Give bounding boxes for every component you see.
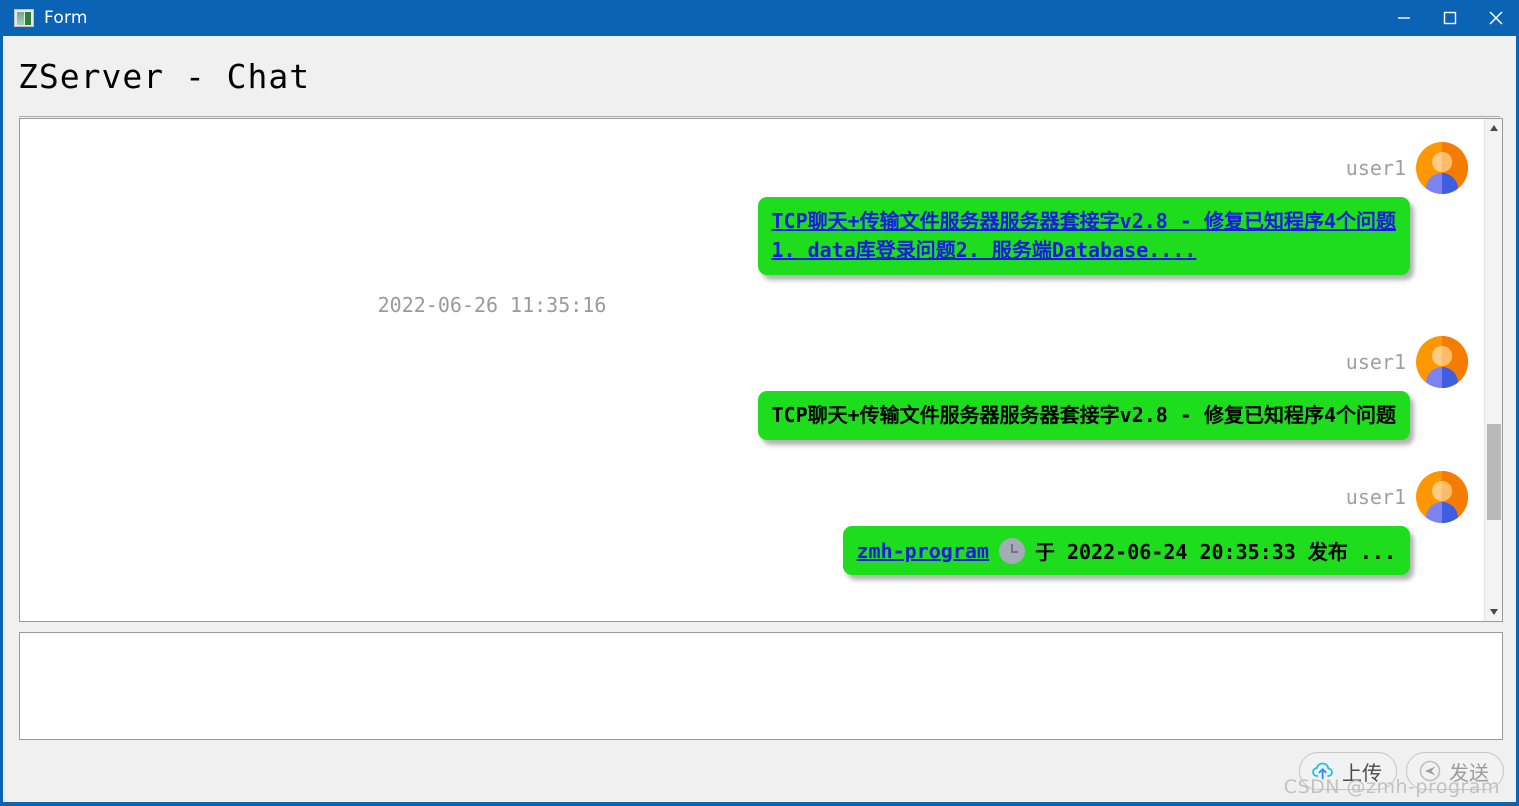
upload-button[interactable]: 上传 <box>1299 752 1397 790</box>
chat-message-list: user1 TCP聊天+传输文件服务器服务器套接字v2.8 - 修复已知程序4个… <box>20 119 1484 621</box>
window-title: Form <box>44 8 88 28</box>
avatar[interactable] <box>1416 142 1468 194</box>
avatar[interactable] <box>1416 336 1468 388</box>
message-header: user1 <box>36 139 1468 197</box>
chat-panel: user1 TCP聊天+传输文件服务器服务器套接字v2.8 - 修复已知程序4个… <box>19 118 1503 622</box>
header-divider <box>19 116 1500 117</box>
cloud-upload-icon <box>1312 762 1333 780</box>
minimize-button[interactable] <box>1381 0 1427 36</box>
scrollbar-thumb[interactable] <box>1487 424 1501 520</box>
minimize-icon <box>1398 17 1410 19</box>
message-username: user1 <box>1345 350 1406 374</box>
chat-message: user1 zmh-program 于 2022-06-24 20:35:33 … <box>36 468 1468 575</box>
message-link-line-2[interactable]: 1. data库登录问题2. 服务端Database.... <box>772 236 1397 265</box>
message-bubble-line: zmh-program 于 2022-06-24 20:35:33 发布 ... <box>36 526 1468 575</box>
app-window: Form ZServer - Chat user1 TCP聊天+传输文件服务器服… <box>0 0 1519 806</box>
close-button[interactable] <box>1473 0 1519 36</box>
page-title: ZServer - Chat <box>18 57 311 96</box>
clock-icon <box>998 537 1025 564</box>
caret-up-icon <box>1490 125 1498 131</box>
paper-plane-icon <box>1419 760 1441 782</box>
message-header: user1 <box>36 333 1468 391</box>
message-bubble-line: TCP聊天+传输文件服务器服务器套接字v2.8 - 修复已知程序4个问题 <box>36 391 1468 440</box>
maximize-icon <box>1443 11 1457 25</box>
upload-button-label: 上传 <box>1342 760 1382 785</box>
send-button-label: 发送 <box>1449 760 1489 785</box>
message-bubble[interactable]: TCP聊天+传输文件服务器服务器套接字v2.8 - 修复已知程序4个问题 1. … <box>757 197 1410 275</box>
message-username: user1 <box>1345 485 1406 509</box>
scroll-up-button[interactable] <box>1485 119 1502 137</box>
message-timestamp: 2022-06-26 11:35:16 <box>377 293 607 317</box>
scroll-down-button[interactable] <box>1485 603 1502 621</box>
message-bubble-line: TCP聊天+传输文件服务器服务器套接字v2.8 - 修复已知程序4个问题 1. … <box>36 197 1468 275</box>
message-inline-content: zmh-program 于 2022-06-24 20:35:33 发布 ... <box>857 536 1396 565</box>
message-text: TCP聊天+传输文件服务器服务器套接字v2.8 - 修复已知程序4个问题 <box>771 403 1397 427</box>
message-header: user1 <box>36 468 1468 526</box>
message-username: user1 <box>1345 156 1406 180</box>
chat-message: user1 TCP聊天+传输文件服务器服务器套接字v2.8 - 修复已知程序4个… <box>36 139 1468 333</box>
caret-down-icon <box>1490 609 1498 615</box>
avatar[interactable] <box>1416 471 1468 523</box>
message-bubble[interactable]: zmh-program 于 2022-06-24 20:35:33 发布 ... <box>842 526 1410 575</box>
close-icon <box>1489 11 1503 25</box>
message-author-link[interactable]: zmh-program <box>857 539 989 563</box>
page-header: ZServer - Chat <box>3 36 1516 117</box>
window-controls <box>1381 0 1519 36</box>
maximize-button[interactable] <box>1427 0 1473 36</box>
chat-message: user1 TCP聊天+传输文件服务器服务器套接字v2.8 - 修复已知程序4个… <box>36 333 1468 440</box>
form-app-icon <box>14 9 34 27</box>
message-input[interactable] <box>20 633 1502 739</box>
titlebar[interactable]: Form <box>0 0 1519 36</box>
send-button[interactable]: 发送 <box>1406 752 1504 790</box>
message-publish-text: 于 2022-06-24 20:35:33 发布 ... <box>1034 540 1396 564</box>
chat-scrollbar[interactable] <box>1484 119 1502 621</box>
message-composer[interactable] <box>19 632 1503 740</box>
message-link-line-1[interactable]: TCP聊天+传输文件服务器服务器套接字v2.8 - 修复已知程序4个问题 <box>772 207 1397 236</box>
message-bubble[interactable]: TCP聊天+传输文件服务器服务器套接字v2.8 - 修复已知程序4个问题 <box>757 391 1410 440</box>
composer-toolbar: 上传 发送 <box>3 740 1516 802</box>
